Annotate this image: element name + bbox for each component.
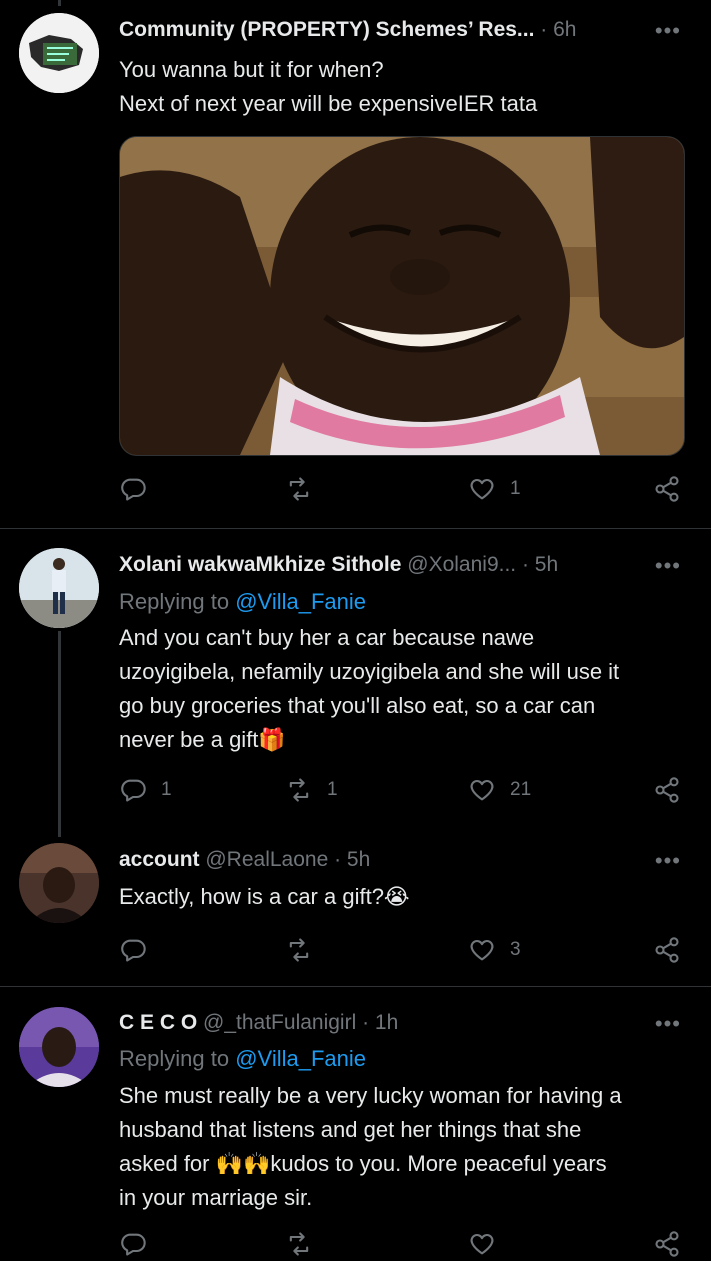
avatar[interactable]	[19, 843, 99, 923]
tweet-text-line: husband that listens and get her things …	[119, 1117, 582, 1142]
retweet-count: 1	[327, 779, 338, 800]
reply-icon	[121, 779, 146, 802]
share-icon	[655, 937, 679, 963]
like-button[interactable]: 1	[468, 472, 521, 506]
thread-connector	[58, 631, 61, 837]
share-button[interactable]	[653, 773, 681, 807]
tweet-text-line: in your marriage sir.	[119, 1185, 313, 1210]
display-name[interactable]: C E C O	[119, 1011, 197, 1034]
like-count: 21	[510, 779, 532, 800]
like-count: 3	[510, 939, 521, 960]
handle[interactable]: @_thatFulanigirl	[203, 1011, 356, 1034]
tweet-4[interactable]: C E C O @_thatFulanigirl · 1h ••• Replyi…	[0, 987, 711, 1257]
tweet-text-line: And you can't buy her a car because nawe	[119, 625, 535, 650]
avatar[interactable]	[19, 13, 99, 93]
timestamp[interactable]: · 6h	[540, 18, 576, 41]
tweet-text-line: go buy groceries that you'll also eat, s…	[119, 693, 596, 718]
reply-button[interactable]	[119, 933, 161, 967]
tweet-text: You wanna but it for when? Next of next …	[119, 53, 689, 121]
retweet-button[interactable]	[285, 933, 327, 967]
avatar-image	[19, 13, 99, 93]
tweet-header: Community (PROPERTY) Schemes’ Res... · 6…	[119, 18, 621, 42]
avatar-image	[19, 548, 99, 628]
tweet-text-line: Next of next year will be expensiveIER t…	[119, 91, 538, 116]
heart-icon	[470, 478, 494, 500]
share-button[interactable]	[653, 1227, 681, 1261]
retweet-icon	[289, 938, 309, 962]
reply-icon	[121, 478, 146, 501]
tweet-text: And you can't buy her a car because nawe…	[119, 621, 689, 757]
reply-button[interactable]	[119, 472, 161, 506]
replying-to-label: Replying to	[119, 1046, 230, 1071]
tweet-header: Xolani wakwaMkhize Sithole @Xolani9... ·…	[119, 553, 621, 577]
avatar-image	[19, 1007, 99, 1087]
laughing-child-photo	[120, 137, 684, 455]
retweet-icon	[289, 1232, 309, 1256]
tweet-actions: 3	[119, 933, 685, 967]
tweet-header: C E C O @_thatFulanigirl · 1h	[119, 1011, 621, 1035]
share-button[interactable]	[653, 472, 681, 506]
tweet-2[interactable]: Xolani wakwaMkhize Sithole @Xolani9... ·…	[0, 529, 711, 837]
heart-icon	[470, 939, 494, 961]
replying-to: Replying to @Villa_Fanie	[119, 1046, 366, 1072]
heart-icon	[470, 1233, 494, 1255]
tweet-text: Exactly, how is a car a gift?😭	[119, 880, 689, 914]
like-count: 1	[510, 478, 521, 499]
retweet-icon	[289, 477, 309, 501]
handle[interactable]: @Xolani9...	[407, 553, 516, 576]
like-button[interactable]: 3	[468, 933, 521, 967]
reply-button[interactable]: 1	[119, 773, 172, 807]
avatar[interactable]	[19, 548, 99, 628]
like-button[interactable]	[468, 1227, 496, 1261]
mention-link[interactable]: @Villa_Fanie	[235, 589, 366, 614]
timestamp[interactable]: · 5h	[522, 553, 558, 576]
share-button[interactable]	[653, 933, 681, 967]
tweet-actions: 1 1 21	[119, 773, 685, 807]
tweet-1[interactable]: Community (PROPERTY) Schemes’ Res... · 6…	[0, 0, 711, 528]
avatar[interactable]	[19, 1007, 99, 1087]
handle[interactable]: @RealLaone	[205, 848, 328, 871]
avatar-image	[19, 843, 99, 923]
reply-icon	[121, 939, 146, 962]
like-button[interactable]: 21	[468, 773, 531, 807]
heart-icon	[470, 779, 494, 801]
timestamp[interactable]: · 5h	[334, 848, 370, 871]
share-icon	[655, 1231, 679, 1257]
share-icon	[655, 476, 679, 502]
retweet-button[interactable]	[285, 1227, 313, 1261]
tweet-text-line: never be a gift🎁	[119, 727, 286, 752]
tweet-header: account @RealLaone · 5h	[119, 848, 621, 872]
tweet-actions	[119, 1227, 685, 1261]
reply-icon	[121, 1233, 146, 1256]
tweet-text: She must really be a very lucky woman fo…	[119, 1079, 689, 1215]
tweet-text-line: uzoyigibela, nefamily uzoyigibela and sh…	[119, 659, 620, 684]
share-icon	[655, 777, 679, 803]
retweet-button[interactable]	[285, 472, 327, 506]
tweet-3[interactable]: account @RealLaone · 5h ••• Exactly, how…	[0, 829, 711, 986]
display-name[interactable]: account	[119, 848, 200, 871]
more-options-button[interactable]: •••	[655, 848, 681, 874]
reply-button[interactable]	[119, 1227, 147, 1261]
replying-to: Replying to @Villa_Fanie	[119, 589, 366, 615]
tweet-photo[interactable]	[119, 136, 685, 456]
tweet-text-line: You wanna but it for when?	[119, 57, 384, 82]
timestamp[interactable]: · 1h	[362, 1011, 398, 1034]
tweet-text-line: She must really be a very lucky woman fo…	[119, 1083, 622, 1108]
tweet-text-line: asked for 🙌🙌kudos to you. More peaceful …	[119, 1151, 607, 1176]
retweet-icon	[289, 778, 309, 802]
tweet-actions: 1	[119, 472, 685, 506]
more-options-button[interactable]: •••	[655, 1011, 681, 1037]
replying-to-label: Replying to	[119, 589, 230, 614]
tweet-text-line: Exactly, how is a car a gift?😭	[119, 884, 410, 909]
more-options-button[interactable]: •••	[655, 553, 681, 579]
more-options-button[interactable]: •••	[655, 18, 681, 44]
reply-count: 1	[161, 779, 172, 800]
display-name[interactable]: Community (PROPERTY) Schemes’ Res...	[119, 18, 534, 41]
retweet-button[interactable]: 1	[285, 773, 338, 807]
mention-link[interactable]: @Villa_Fanie	[235, 1046, 366, 1071]
display-name[interactable]: Xolani wakwaMkhize Sithole	[119, 553, 401, 576]
